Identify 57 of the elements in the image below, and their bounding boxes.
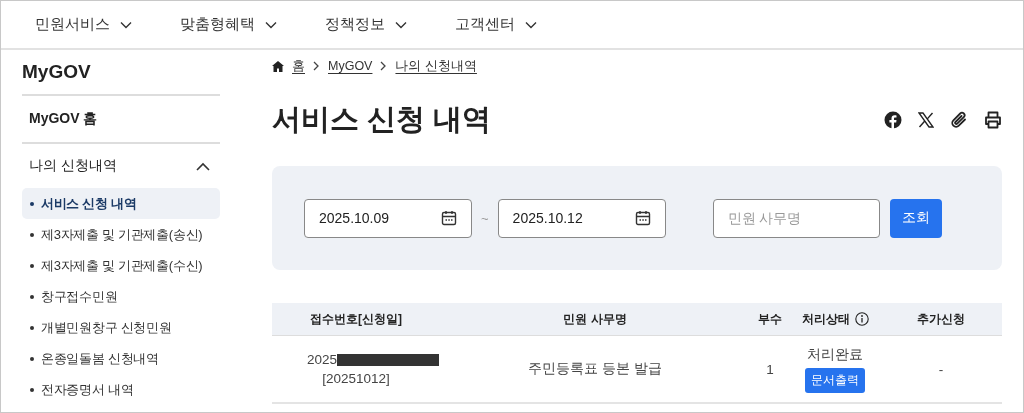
chevron-down-icon — [395, 20, 407, 29]
column-header: 처리상태 — [801, 310, 850, 328]
column-header: 추가신청 — [917, 310, 965, 328]
search-field[interactable]: 민원 사무명 — [712, 198, 880, 238]
page-title: 서비스 신청 내역 — [272, 102, 492, 137]
sidebar-link[interactable]: MyGOV 홈 — [22, 96, 220, 142]
sidebar-item[interactable]: 개별민원창구 신청민원 — [22, 312, 220, 343]
sidebar-item[interactable]: 온종일돌봄 신청내역 — [22, 343, 220, 374]
calendar-icon[interactable] — [634, 210, 651, 226]
date-range-separator: ~ — [481, 210, 489, 226]
sidebar-item[interactable]: 전자증명서 내역 — [22, 374, 220, 405]
chevron-down-icon — [265, 20, 277, 29]
table-cell: 1 — [766, 361, 774, 377]
sidebar-item[interactable]: 서비스 신청 내역 — [22, 188, 220, 219]
paperclip-icon[interactable] — [950, 111, 968, 129]
chevron-down-icon — [120, 20, 132, 29]
bullet-icon — [30, 325, 34, 330]
start-date-field[interactable]: 2025.10.09 — [304, 198, 472, 238]
chevron-up-icon — [196, 161, 210, 171]
nav-menu-item[interactable]: 민원서비스 — [35, 15, 132, 34]
sidebar-section-header[interactable]: 나의 신청내역 — [22, 144, 220, 188]
sidebar-item[interactable]: 창구접수민원 — [22, 281, 220, 312]
facebook-icon[interactable] — [884, 111, 902, 129]
receipt-number: 2025 — [306, 352, 337, 367]
status-text: 처리완료 — [807, 345, 863, 364]
column-header: 민원 사무명 — [563, 310, 627, 328]
application-date: [20251012] — [322, 371, 390, 386]
chevron-right-icon — [313, 61, 320, 71]
info-icon[interactable] — [854, 312, 869, 326]
sidebar-item[interactable]: 제3자제출 및 기관제출(송신) — [22, 219, 220, 250]
column-header: 접수번호[신청일] — [310, 310, 402, 328]
bullet-icon — [30, 294, 34, 299]
column-header: 부수 — [758, 310, 782, 328]
bullet-icon — [30, 387, 34, 392]
chevron-down-icon — [525, 20, 537, 29]
sidebar-title: MyGOV — [22, 60, 92, 84]
search-button[interactable]: 조회 — [889, 198, 942, 238]
nav-menu-item[interactable]: 맞춤형혜택 — [180, 15, 277, 34]
bullet-icon — [30, 232, 34, 237]
table-cell: - — [938, 361, 944, 377]
chevron-right-icon — [380, 61, 388, 71]
end-date-field[interactable]: 2025.10.12 — [497, 198, 666, 238]
bullet-icon — [30, 356, 34, 361]
print-document-button[interactable]: 문서출력 — [805, 367, 865, 393]
nav-menu-item[interactable]: 고객센터 — [455, 15, 537, 34]
print-icon[interactable] — [984, 111, 1002, 129]
breadcrumb-link[interactable]: 나의 신청내역 — [395, 57, 477, 75]
breadcrumb-link[interactable]: MyGOV — [328, 59, 373, 73]
calendar-icon[interactable] — [441, 210, 457, 226]
table-cell: 주민등록표 등본 발급 — [528, 360, 662, 378]
nav-menu-item[interactable]: 정책정보 — [325, 15, 407, 34]
bullet-icon — [30, 201, 34, 206]
bullet-icon — [30, 263, 34, 268]
x-logo-icon[interactable] — [918, 112, 934, 128]
home-icon — [272, 60, 284, 72]
breadcrumb-link[interactable]: 홈 — [292, 57, 305, 75]
sidebar-item[interactable]: 제3자제출 및 기관제출(수신) — [22, 250, 220, 281]
